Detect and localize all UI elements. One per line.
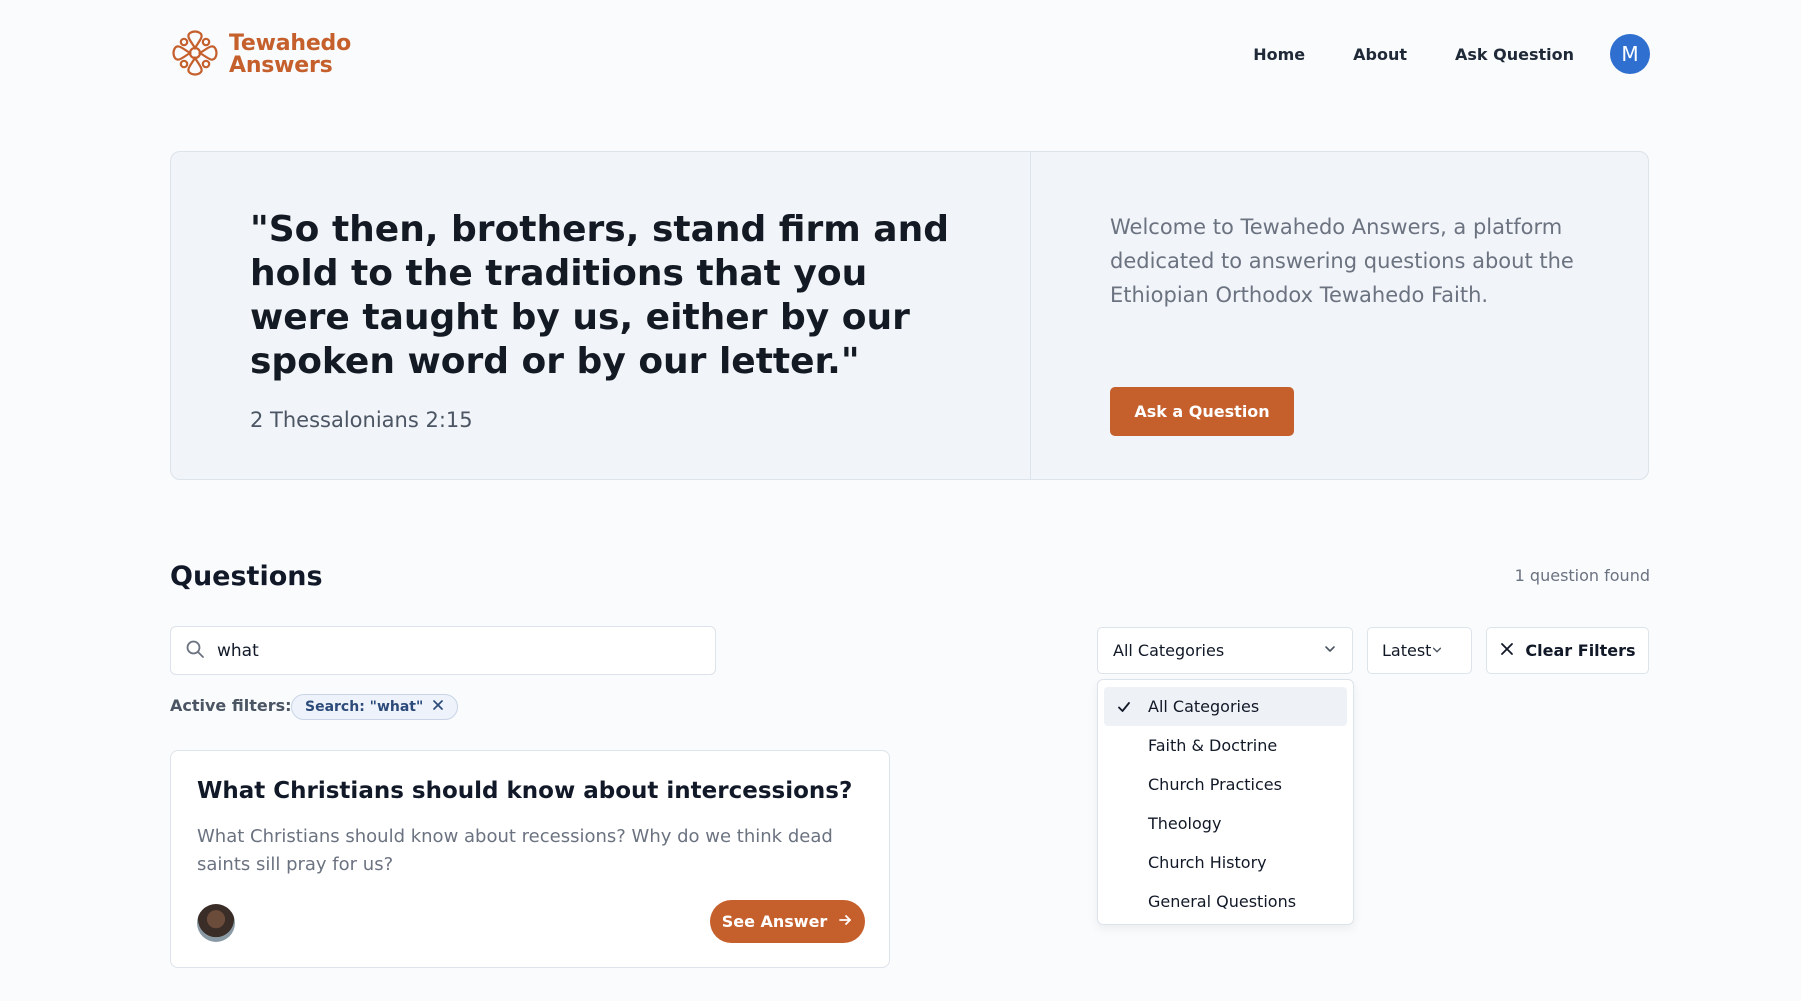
ornate-cross-icon <box>170 28 220 82</box>
sort-select[interactable]: Latest <box>1367 627 1472 674</box>
see-answer-label: See Answer <box>721 912 828 931</box>
question-card[interactable]: What Christians should know about interc… <box>170 750 890 968</box>
see-answer-button[interactable]: See Answer <box>710 900 865 943</box>
category-select[interactable]: All Categories <box>1097 627 1353 674</box>
main-nav: Home About Ask Question M <box>1253 34 1650 74</box>
remove-filter-icon[interactable] <box>423 698 445 716</box>
category-option-all[interactable]: All Categories <box>1104 687 1347 726</box>
nav-about-link[interactable]: About <box>1353 45 1407 64</box>
question-count: 1 question found <box>1514 566 1650 585</box>
clear-filters-button[interactable]: Clear Filters <box>1486 627 1649 674</box>
category-option-label: Church History <box>1148 853 1267 872</box>
filter-chip-label: Search: "what" <box>305 699 424 715</box>
category-option-church-history[interactable]: Church History <box>1104 843 1347 882</box>
header: Tewahedo Answers Home About Ask Question… <box>170 28 1650 80</box>
category-option-label: Church Practices <box>1148 775 1282 794</box>
arrow-right-icon <box>827 912 853 932</box>
category-dropdown-menu: All Categories Faith & Doctrine Church P… <box>1097 679 1354 925</box>
check-icon <box>1116 699 1132 715</box>
hero-verse-reference: 2 Thessalonians 2:15 <box>250 408 473 432</box>
sort-select-value: Latest <box>1382 641 1432 660</box>
category-option-label: Faith & Doctrine <box>1148 736 1278 755</box>
close-icon <box>1499 641 1525 661</box>
category-option-label: Theology <box>1148 814 1222 833</box>
ask-question-button[interactable]: Ask a Question <box>1110 387 1294 436</box>
hero-panel: "So then, brothers, stand firm and hold … <box>170 151 1649 480</box>
category-option-label: General Questions <box>1148 892 1297 911</box>
question-title[interactable]: What Christians should know about interc… <box>197 778 852 804</box>
question-excerpt: What Christians should know about recess… <box>197 826 833 875</box>
page: Tewahedo Answers Home About Ask Question… <box>0 0 1801 1001</box>
logo-text: Tewahedo Answers <box>229 33 351 77</box>
logo-line-1: Tewahedo <box>229 31 352 56</box>
hero-quote: "So then, brothers, stand firm and hold … <box>250 209 949 382</box>
welcome-text: Welcome to Tewahedo Answers, a platform … <box>1110 215 1574 307</box>
user-avatar[interactable]: M <box>1610 34 1650 74</box>
category-select-value: All Categories <box>1113 641 1225 660</box>
search-input-value[interactable]: what <box>217 641 259 661</box>
category-option-general-questions[interactable]: General Questions <box>1104 882 1347 921</box>
hero-quote-section: "So then, brothers, stand firm and hold … <box>171 152 1031 479</box>
search-icon <box>185 639 205 663</box>
category-option-label: All Categories <box>1148 697 1260 716</box>
clear-filters-label: Clear Filters <box>1525 641 1636 660</box>
search-input[interactable]: what <box>170 626 716 675</box>
logo-line-2: Answers <box>229 53 333 78</box>
active-filters-label: Active filters: <box>170 696 292 715</box>
chevron-down-icon <box>1431 641 1443 660</box>
author-avatar <box>197 904 235 942</box>
questions-heading: Questions <box>170 561 323 592</box>
logo[interactable]: Tewahedo Answers <box>170 28 351 82</box>
nav-ask-question-link[interactable]: Ask Question <box>1455 45 1574 64</box>
nav-home-link[interactable]: Home <box>1253 45 1305 64</box>
category-option-theology[interactable]: Theology <box>1104 804 1347 843</box>
chevron-down-icon <box>1323 641 1337 660</box>
category-option-church-practices[interactable]: Church Practices <box>1104 765 1347 804</box>
category-option-faith-doctrine[interactable]: Faith & Doctrine <box>1104 726 1347 765</box>
filter-chip-search: Search: "what" <box>291 694 459 720</box>
